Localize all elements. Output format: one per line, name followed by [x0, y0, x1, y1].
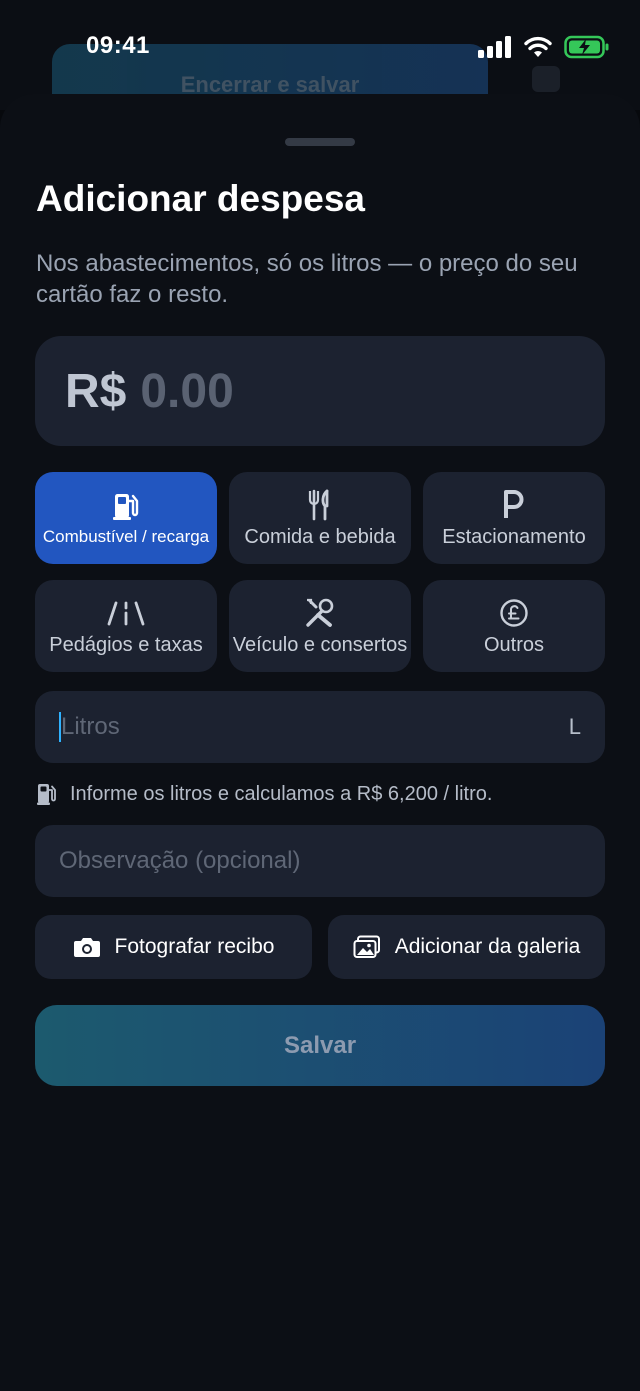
fuel-pump-icon	[37, 784, 56, 805]
category-tolls[interactable]: Pedágios e taxas	[35, 580, 217, 672]
add-expense-sheet: Adicionar despesa Nos abastecimentos, só…	[0, 94, 640, 1391]
amount-placeholder: 0.00	[140, 364, 234, 418]
tools-icon	[306, 598, 334, 627]
category-label: Outros	[483, 633, 545, 656]
category-parking[interactable]: Estacionamento	[423, 472, 605, 564]
category-label: Estacionamento	[442, 525, 586, 548]
category-label: Combustível / recarga	[42, 527, 210, 546]
camera-icon	[73, 938, 100, 957]
wifi-icon	[524, 36, 552, 57]
add-from-gallery-button[interactable]: Adicionar da galeria	[328, 915, 605, 979]
sheet-title: Adicionar despesa	[36, 178, 366, 219]
category-label: Pedágios e taxas	[49, 633, 203, 656]
pound-coin-icon	[500, 598, 528, 627]
amount-currency: R$	[65, 364, 127, 418]
status-time: 09:41	[86, 32, 150, 59]
category-food[interactable]: Comida e bebida	[229, 472, 411, 564]
liters-input[interactable]	[61, 713, 569, 741]
category-label: Comida e bebida	[244, 525, 396, 548]
save-button[interactable]: Salvar	[35, 1005, 605, 1086]
liters-unit: L	[568, 714, 581, 739]
road-icon	[107, 601, 145, 625]
receipt-actions: Fotografar recibo Adicionar da galeria	[35, 915, 605, 979]
fork-knife-icon	[308, 489, 329, 520]
amount-input[interactable]: R$ 0.00	[35, 336, 605, 446]
battery-charging-icon	[564, 35, 609, 59]
category-label: Veículo e consertos	[232, 633, 408, 656]
sheet-grabber[interactable]	[285, 138, 355, 146]
gallery-icon	[353, 935, 380, 958]
fuel-price-hint: Informe os litros e calculamos a R$ 6,20…	[36, 782, 492, 806]
fuel-price-hint-text: Informe os litros e calculamos a R$ 6,20…	[70, 782, 493, 805]
category-vehicle[interactable]: Veículo e consertos	[229, 580, 411, 672]
status-bar: 09:41	[0, 0, 640, 92]
fuel-pump-icon	[113, 494, 139, 520]
take-photo-label: Fotografar recibo	[114, 935, 275, 958]
note-field[interactable]	[35, 825, 605, 897]
cellular-signal-icon	[478, 36, 511, 58]
category-other[interactable]: Outros	[423, 580, 605, 672]
sheet-subtitle: Nos abastecimentos, só os litros — o pre…	[36, 250, 578, 308]
take-photo-button[interactable]: Fotografar recibo	[35, 915, 312, 979]
parking-icon	[504, 489, 524, 518]
liters-field[interactable]: L	[35, 691, 605, 763]
add-from-gallery-label: Adicionar da galeria	[394, 935, 581, 958]
category-fuel[interactable]: Combustível / recarga	[35, 472, 217, 564]
note-input[interactable]	[59, 847, 581, 875]
status-icons	[478, 35, 610, 59]
category-grid: Combustível / recarga Comida e bebida Es…	[35, 472, 605, 672]
